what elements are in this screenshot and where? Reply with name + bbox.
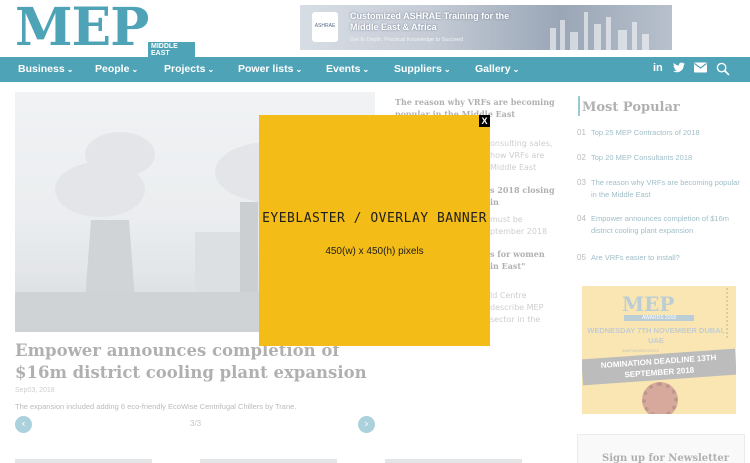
chevron-down-icon: ⌄: [512, 65, 520, 74]
logo-text: MEP: [15, 0, 149, 58]
ashrae-logo: ASHRAE: [312, 12, 338, 42]
linkedin-icon[interactable]: in: [653, 62, 663, 74]
nav-item-gallery[interactable]: Gallery ⌄: [475, 63, 519, 75]
skyline-image: [542, 10, 662, 50]
chevron-down-icon: ⌄: [295, 65, 303, 74]
chevron-down-icon: ⌄: [66, 65, 74, 74]
close-button[interactable]: X: [479, 115, 490, 127]
nav-item-projects[interactable]: Projects ⌄: [164, 63, 214, 75]
mail-icon[interactable]: [694, 62, 707, 76]
banner-ad-title: Customized ASHRAE Training for the Middl…: [350, 11, 510, 32]
site-logo[interactable]: MEP MIDDLE EAST: [15, 0, 195, 58]
overlay-banner-size: 450(w) x 450(h) pixels: [325, 246, 424, 257]
nav-label: People: [95, 63, 130, 75]
main-nav: Business ⌄ People ⌄ Projects ⌄ Power lists ⌄…: [0, 57, 750, 82]
nav-label: Suppliers: [394, 63, 442, 75]
chevron-down-icon: ⌄: [443, 65, 451, 74]
nav-item-people[interactable]: People ⌄: [95, 63, 138, 75]
twitter-icon[interactable]: [673, 62, 685, 76]
banner-ad-subtitle: Get In Depth, Practical Knowledge to Suc…: [350, 37, 464, 43]
nav-label: Gallery: [475, 63, 511, 75]
nav-label: Projects: [164, 63, 206, 75]
top-banner-ad[interactable]: ASHRAE Customized ASHRAE Training for th…: [300, 5, 672, 50]
nav-label: Business: [18, 63, 65, 75]
logo-subtitle: MIDDLE EAST: [148, 42, 195, 58]
nav-item-power-lists[interactable]: Power lists ⌄: [238, 63, 302, 75]
nav-label: Power lists: [238, 63, 294, 75]
search-icon[interactable]: [716, 62, 730, 79]
nav-item-business[interactable]: Business ⌄: [18, 63, 73, 75]
chevron-down-icon: ⌄: [131, 65, 139, 74]
overlay-banner-title: EYEBLASTER / OVERLAY BANNER: [262, 211, 487, 226]
nav-item-events[interactable]: Events ⌄: [326, 63, 369, 75]
site-header: MEP MIDDLE EAST ASHRAE Customized ASHRAE…: [0, 0, 750, 58]
nav-label: Events: [326, 63, 361, 75]
nav-item-suppliers[interactable]: Suppliers ⌄: [394, 63, 451, 75]
overlay-banner[interactable]: [259, 115, 490, 346]
chevron-down-icon: ⌄: [207, 65, 215, 74]
chevron-down-icon: ⌄: [362, 65, 370, 74]
